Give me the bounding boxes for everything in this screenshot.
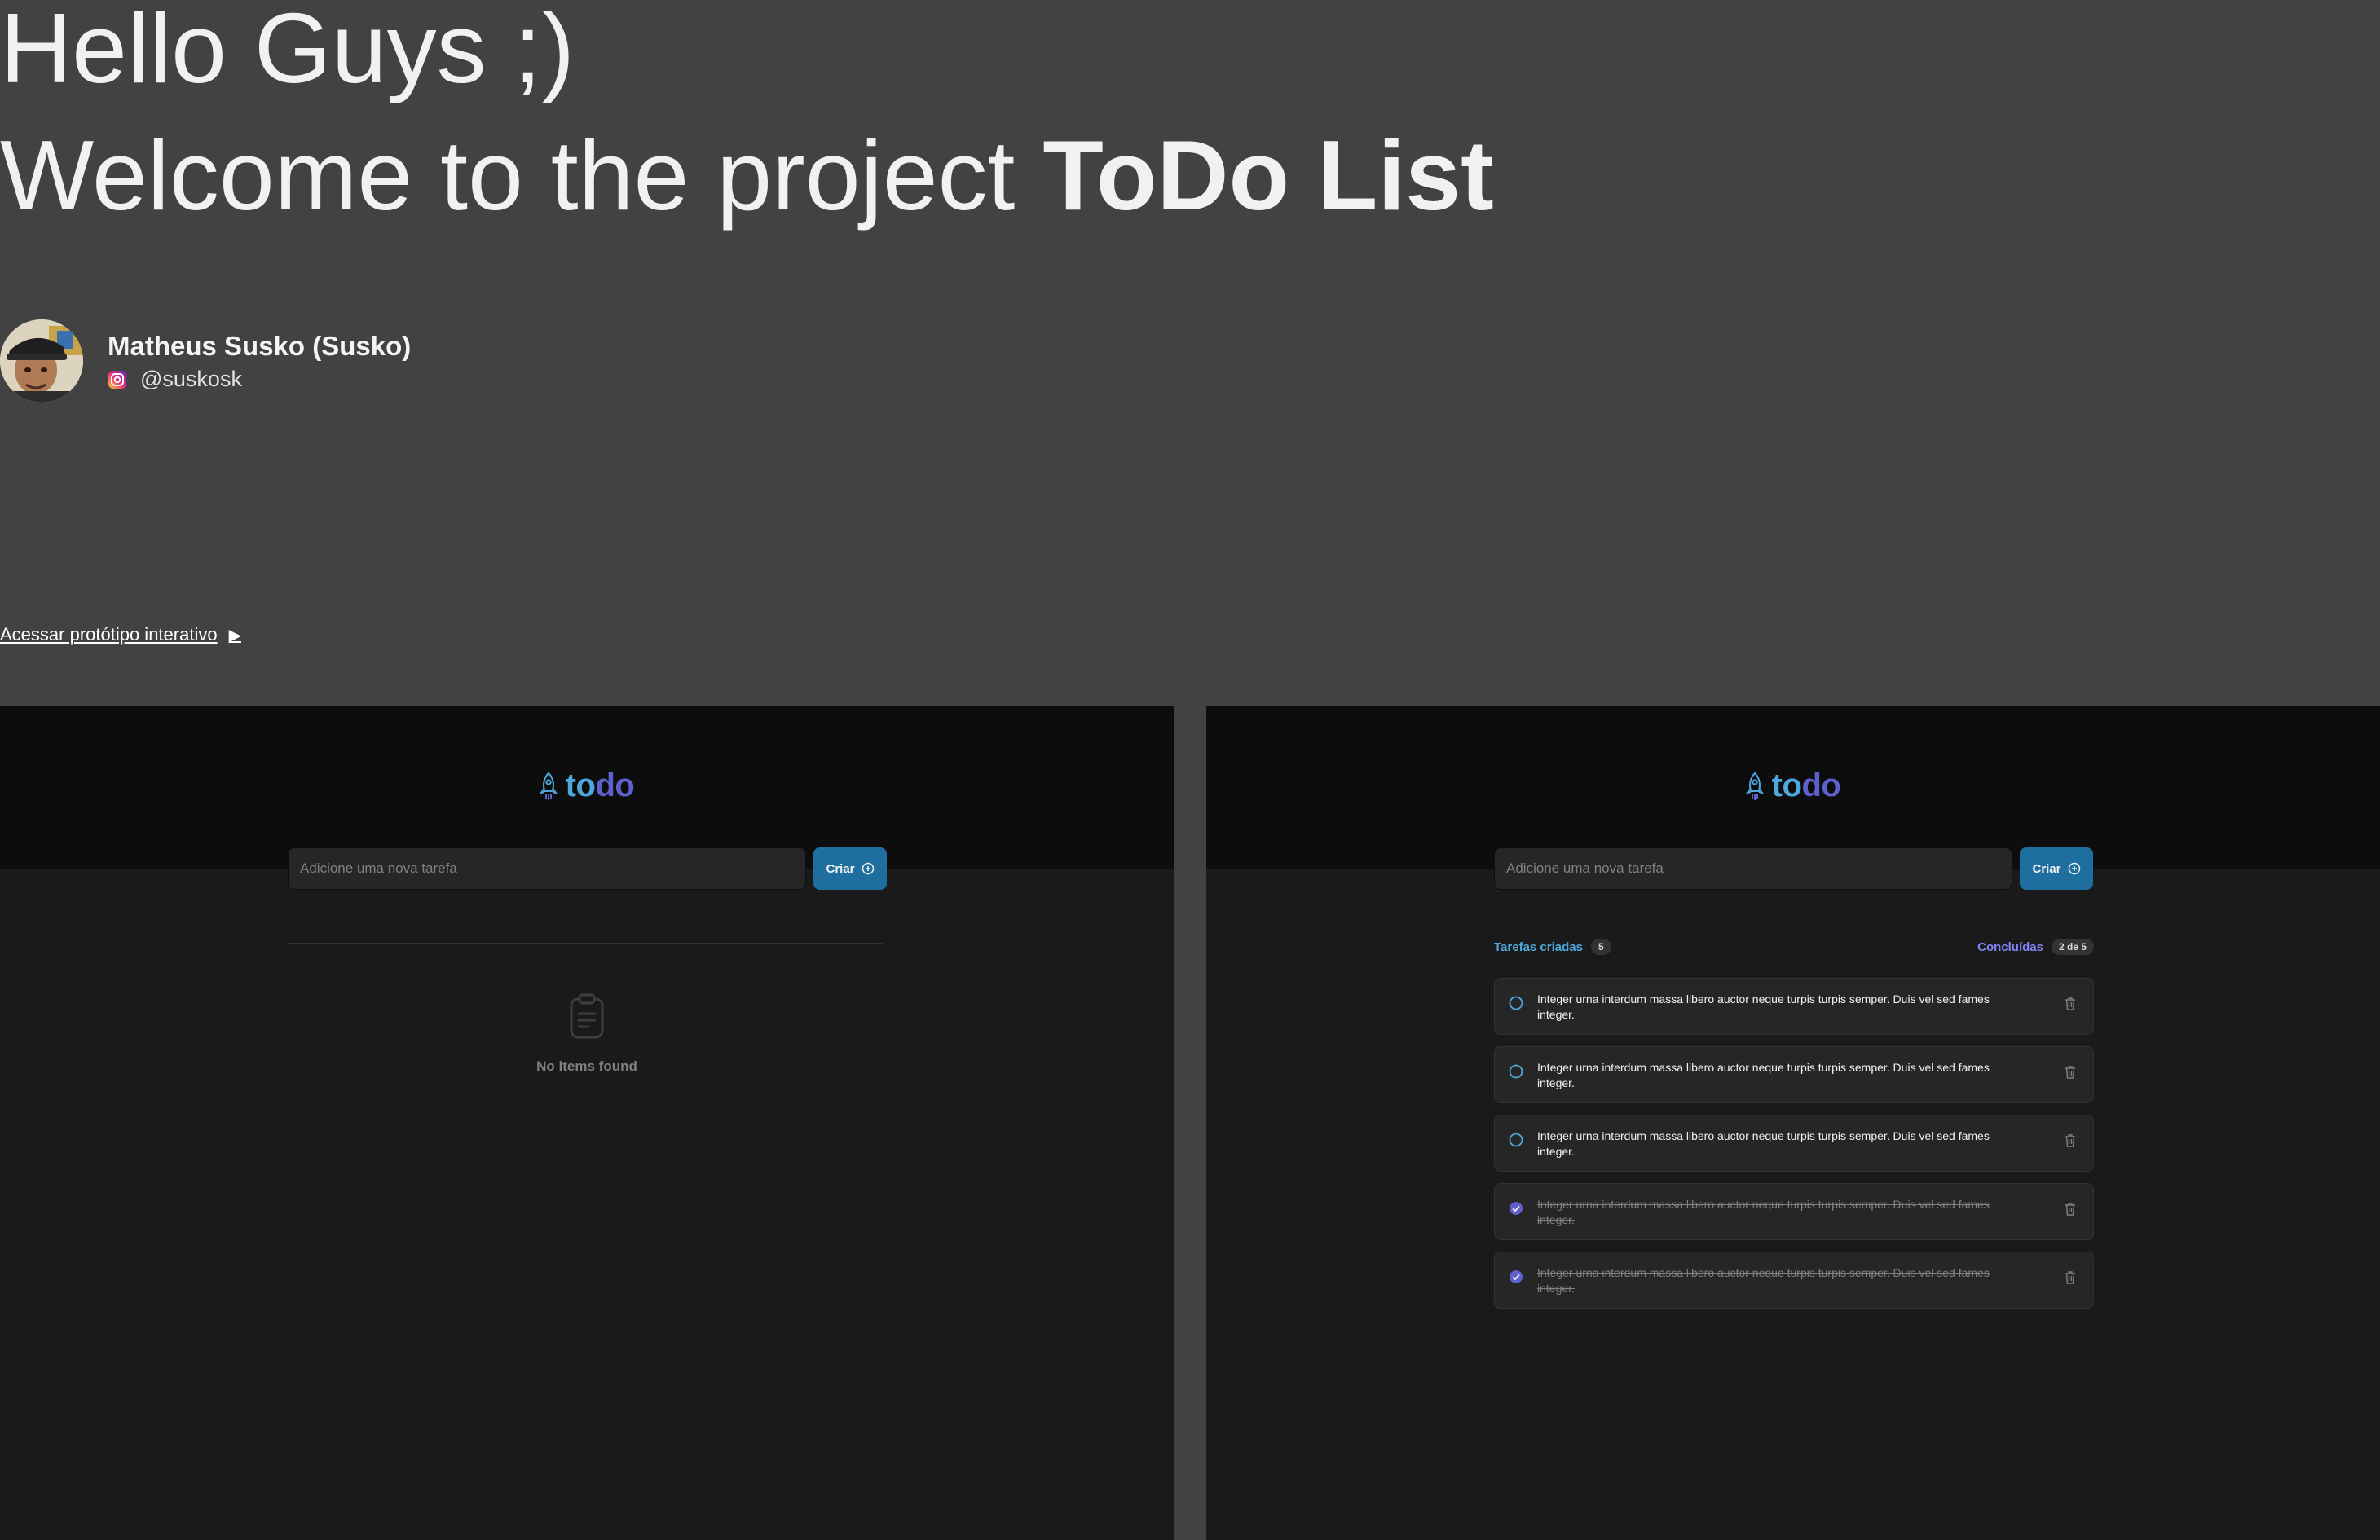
play-arrow-icon: ▶ — [228, 626, 241, 645]
checked-circle-icon[interactable] — [1508, 1200, 1524, 1217]
trash-icon[interactable] — [2064, 1270, 2077, 1285]
trash-icon[interactable] — [2064, 1202, 2077, 1217]
trash-icon[interactable] — [2064, 1133, 2077, 1148]
create-button[interactable]: Criar — [2020, 847, 2093, 890]
logo-text-do: do — [595, 768, 635, 803]
welcome-heading: Welcome to the project ToDo List — [0, 116, 1494, 235]
logo-text-do: do — [1801, 768, 1841, 803]
plus-circle-icon — [862, 862, 874, 875]
task-text: Integer urna interdum massa libero aucto… — [1537, 992, 1990, 1021]
task-list: Integer urna interdum massa libero aucto… — [1494, 978, 2094, 1320]
empty-state: No items found — [0, 992, 1174, 1075]
welcome-prefix: Welcome to the project — [0, 120, 1043, 231]
project-name: ToDo List — [1042, 120, 1494, 231]
app-preview-tasks: todo Criar Tarefas criadas 5 Concluídas … — [1206, 706, 2380, 1540]
task-text: Integer urna interdum massa libero aucto… — [1537, 1266, 1990, 1295]
rocket-icon — [539, 772, 558, 800]
task-item: Integer urna interdum massa libero aucto… — [1494, 1183, 2094, 1240]
task-text: Integer urna interdum massa libero aucto… — [1537, 1129, 1990, 1158]
prototype-link-label: Acessar protótipo interativo — [0, 624, 218, 645]
logo-text-to: to — [1771, 768, 1802, 803]
task-text: Integer urna interdum massa libero aucto… — [1537, 1198, 1990, 1226]
plus-circle-icon — [2068, 862, 2080, 875]
avatar — [0, 319, 83, 403]
create-button[interactable]: Criar — [813, 847, 887, 890]
task-item: Integer urna interdum massa libero aucto… — [1494, 1046, 2094, 1103]
logo-text-to: to — [565, 768, 596, 803]
clipboard-icon — [570, 993, 604, 1039]
author-handle-text: @suskosk — [140, 367, 242, 392]
empty-state-text: No items found — [536, 1058, 637, 1074]
done-label: Concluídas — [1977, 939, 2043, 954]
logo-text: todo — [566, 768, 635, 804]
author-name: Matheus Susko (Susko) — [108, 330, 412, 361]
author-handle[interactable]: @suskosk — [108, 367, 411, 392]
app-preview-empty: todo Criar No items found — [0, 706, 1174, 1540]
new-task-input[interactable] — [1494, 847, 2012, 890]
unchecked-circle-icon[interactable] — [1508, 1063, 1524, 1080]
done-counter: Concluídas 2 de 5 — [1977, 939, 2094, 955]
unchecked-circle-icon[interactable] — [1508, 1132, 1524, 1148]
author-card: Matheus Susko (Susko) @suskosk — [0, 319, 411, 403]
unchecked-circle-icon[interactable] — [1508, 995, 1524, 1011]
task-item: Integer urna interdum massa libero aucto… — [1494, 1115, 2094, 1172]
logo-text: todo — [1772, 768, 1841, 804]
rocket-icon — [1745, 772, 1764, 800]
created-count-badge: 5 — [1590, 939, 1611, 955]
app-logo: todo — [1206, 768, 2380, 804]
trash-icon[interactable] — [2064, 1065, 2077, 1080]
task-item: Integer urna interdum massa libero aucto… — [1494, 1252, 2094, 1309]
checked-circle-icon[interactable] — [1508, 1269, 1524, 1285]
created-counter: Tarefas criadas 5 — [1494, 939, 1611, 955]
divider — [288, 943, 883, 944]
task-counters: Tarefas criadas 5 Concluídas 2 de 5 — [1494, 939, 2094, 955]
trash-icon[interactable] — [2064, 997, 2077, 1011]
done-count-badge: 2 de 5 — [2051, 939, 2094, 955]
create-button-label: Criar — [826, 861, 855, 876]
prototype-link[interactable]: Acessar protótipo interativo ▶ — [0, 624, 241, 645]
task-text: Integer urna interdum massa libero aucto… — [1537, 1061, 1990, 1089]
new-task-input[interactable] — [288, 847, 806, 890]
create-button-label: Criar — [2032, 861, 2061, 876]
created-label: Tarefas criadas — [1494, 939, 1583, 954]
app-logo: todo — [0, 768, 1174, 804]
greeting-heading: Hello Guys ;) — [0, 0, 575, 103]
task-item: Integer urna interdum massa libero aucto… — [1494, 978, 2094, 1035]
instagram-icon — [108, 370, 126, 389]
